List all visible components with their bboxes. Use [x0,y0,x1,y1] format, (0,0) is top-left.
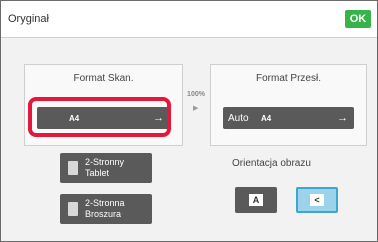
highlight-frame [28,97,171,137]
duplex-booklet-label: 2-Stronna Broszura [85,198,125,219]
orientation-upright-icon: A [249,194,263,206]
duplex-tablet-label: 2-Stronny Tablet [85,157,125,178]
triangle-right-icon: ▶ [193,105,199,112]
send-size-panel: Format Przesł. Auto A4 → [210,64,367,146]
send-size-label: Format Przesł. [255,73,321,84]
orientation-rotated-icon: < [310,194,324,206]
page-title: Oryginał [8,13,49,25]
orientation-label: Orientacja obrazu [232,158,311,169]
orientation-rotated-button[interactable]: < [296,187,338,213]
dialog-frame: Oryginał OK Format Skan. A4 → 100% ▶ For… [0,0,378,242]
duplex-booklet-button[interactable]: 2-Stronna Broszura [60,194,152,224]
tablet-icon [68,161,78,175]
orientation-upright-button[interactable]: A [235,187,277,213]
ratio-percent: 100% [187,91,205,98]
booklet-icon [68,202,78,216]
header-bar: Oryginał OK [1,1,377,38]
send-size-value: A4 [261,113,272,123]
ok-button[interactable]: OK [345,10,371,28]
arrow-right-icon: → [337,112,348,124]
send-size-button[interactable]: Auto A4 → [223,107,354,129]
send-size-mode: Auto [228,112,249,124]
scan-size-label: Format Skan. [73,73,134,84]
duplex-tablet-button[interactable]: 2-Stronny Tablet [60,153,152,183]
